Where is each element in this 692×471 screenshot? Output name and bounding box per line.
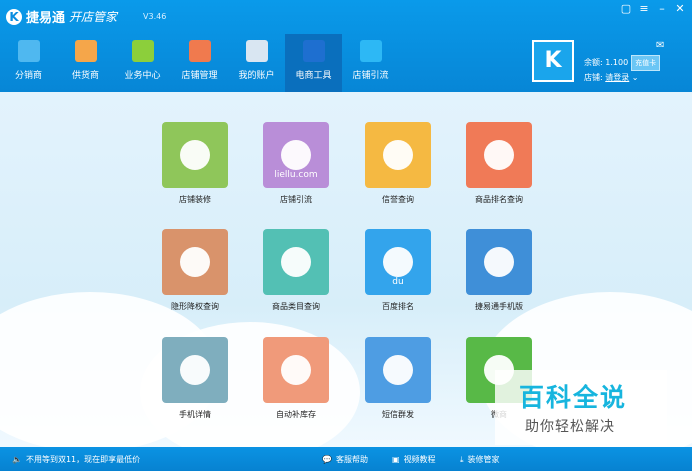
video-label: 视频教程 xyxy=(403,455,436,464)
minimize-icon[interactable]: – xyxy=(656,3,668,15)
nav-icon xyxy=(359,40,382,62)
phone-touch-icon xyxy=(162,337,228,403)
nav-item[interactable]: 电商工具 xyxy=(285,34,342,92)
liellu-logo-icon: liellu.com xyxy=(263,122,329,188)
nav-item[interactable]: 店铺管理 xyxy=(171,34,228,92)
help-button[interactable]: 💬 客服帮助 xyxy=(322,454,368,465)
avatar[interactable]: K xyxy=(532,40,574,82)
nav-label: 供货商 xyxy=(71,71,99,81)
nav-label: 分销商 xyxy=(14,71,42,81)
nav-label: 业务中心 xyxy=(124,71,161,81)
tool-tile[interactable]: 自动补库存 xyxy=(263,337,329,420)
tool-tile[interactable]: liellu.com 店铺引流 xyxy=(263,122,329,205)
shop-label: 店铺: xyxy=(584,73,603,82)
nav-label: 电商工具 xyxy=(295,71,332,81)
diamond-icon xyxy=(365,122,431,188)
tile-label: 手机详情 xyxy=(179,410,211,419)
download-icon: ⤓ xyxy=(460,454,464,464)
nav-item[interactable]: 供货商 xyxy=(57,34,114,92)
nav-label: 店铺引流 xyxy=(352,71,389,81)
video-icon: ▣ xyxy=(392,455,400,464)
install-label: 装修管家 xyxy=(467,455,500,464)
app-name: 捷易通 xyxy=(26,11,66,26)
close-icon[interactable]: ✕ xyxy=(674,3,686,15)
app-logo: K 捷易通 开店管家 V3.46 xyxy=(6,7,166,26)
tool-tile[interactable]: 商品类目查询 xyxy=(263,229,329,312)
tool-tile[interactable]: 短信群发 xyxy=(365,337,431,420)
nav-item[interactable]: 业务中心 xyxy=(114,34,171,92)
paint-roller-icon xyxy=(162,122,228,188)
tool-tile[interactable]: 隐形降权查询 xyxy=(162,229,228,312)
tile-label: 百度排名 xyxy=(382,302,414,311)
window-controls: ▢ ≡ – ✕ xyxy=(620,3,686,15)
nav-icon xyxy=(131,40,154,62)
chat-icon: 💬 xyxy=(322,455,332,464)
balance-value: 1.100 xyxy=(605,58,629,67)
tile-icon-text: du xyxy=(392,277,404,287)
tool-tile[interactable]: 捷易通手机版 xyxy=(466,229,532,312)
watermark: 百科全说 助你轻松解决 xyxy=(495,370,667,445)
top-nav: 分销商 供货商 业务中心 店铺管理 我的账户 电商工具 店铺引流 xyxy=(0,34,399,92)
notice-text: 不用等到双11，现在即享最低价 xyxy=(25,455,141,464)
chart-search-icon xyxy=(466,122,532,188)
app-subtitle: 开店管家 xyxy=(69,10,118,24)
nav-item[interactable]: 我的账户 xyxy=(228,34,285,92)
title-bar: K 捷易通 开店管家 V3.46 ▢ ≡ – ✕ 分销商 供货商 业务中心 店铺管理 我… xyxy=(0,0,692,92)
app-window: K 捷易通 开店管家 V3.46 ▢ ≡ – ✕ 分销商 供货商 业务中心 店铺管理 我… xyxy=(0,0,692,471)
nav-item[interactable]: 店铺引流 xyxy=(342,34,399,92)
tile-label: 信誉查询 xyxy=(382,195,414,204)
mail-icon[interactable]: ✉ xyxy=(656,40,664,51)
app-version: V3.46 xyxy=(143,12,167,21)
box-icon xyxy=(263,337,329,403)
nav-icon xyxy=(302,40,325,62)
tile-label: 捷易通手机版 xyxy=(475,302,523,311)
nav-label: 店铺管理 xyxy=(181,71,218,81)
skin-icon[interactable]: ▢ xyxy=(620,3,632,15)
nav-icon xyxy=(188,40,211,62)
notice[interactable]: 🔈 不用等到双11，现在即享最低价 xyxy=(12,454,140,465)
list-icon xyxy=(263,229,329,295)
tile-label: 自动补库存 xyxy=(276,410,316,419)
shop-login-link[interactable]: 请登录 xyxy=(605,73,629,82)
baidu-paw-icon: du xyxy=(365,229,431,295)
menu-icon[interactable]: ≡ xyxy=(638,3,650,15)
tool-tile[interactable]: 信誉查询 xyxy=(365,122,431,205)
watermark-subtitle: 助你轻松解决 xyxy=(525,419,615,435)
tool-tile[interactable]: 商品排名查询 xyxy=(466,122,532,205)
nav-icon xyxy=(245,40,268,62)
chevron-down-icon[interactable]: ⌄ xyxy=(632,73,639,82)
tool-tile[interactable]: 手机详情 xyxy=(162,337,228,420)
video-button[interactable]: ▣ 视频教程 xyxy=(392,454,436,465)
tile-label: 店铺装修 xyxy=(179,195,211,204)
tool-tile[interactable]: 店铺装修 xyxy=(162,122,228,205)
tile-label: 短信群发 xyxy=(382,410,414,419)
chat-bubble-icon xyxy=(365,337,431,403)
k-logo-icon: K xyxy=(6,8,22,25)
k-avatar-icon: K xyxy=(534,42,572,80)
phone-k-icon xyxy=(466,229,532,295)
nav-label: 我的账户 xyxy=(238,71,275,81)
nav-icon xyxy=(74,40,97,62)
recharge-button[interactable]: 充值卡 xyxy=(631,55,661,71)
user-download-icon xyxy=(162,229,228,295)
nav-item[interactable]: 分销商 xyxy=(0,34,57,92)
balance-label: 余额: xyxy=(584,58,603,67)
status-bar: 🔈 不用等到双11，现在即享最低价 💬 客服帮助 ▣ 视频教程 ⤓ 装修管家 xyxy=(0,447,692,471)
install-button[interactable]: ⤓ 装修管家 xyxy=(460,454,500,465)
help-label: 客服帮助 xyxy=(335,455,368,464)
tile-label: 店铺引流 xyxy=(280,195,312,204)
speaker-icon: 🔈 xyxy=(12,455,22,464)
tile-label: 隐形降权查询 xyxy=(171,302,219,311)
watermark-title: 百科全说 xyxy=(519,383,628,412)
tool-tile[interactable]: du 百度排名 xyxy=(365,229,431,312)
tile-label: 商品排名查询 xyxy=(475,195,523,204)
tile-icon-text: liellu.com xyxy=(274,170,318,180)
tile-label: 商品类目查询 xyxy=(272,302,320,311)
nav-icon xyxy=(17,40,40,62)
account-info: 余额: 1.100 充值卡 店铺: 请登录 ⌄ xyxy=(584,55,661,85)
